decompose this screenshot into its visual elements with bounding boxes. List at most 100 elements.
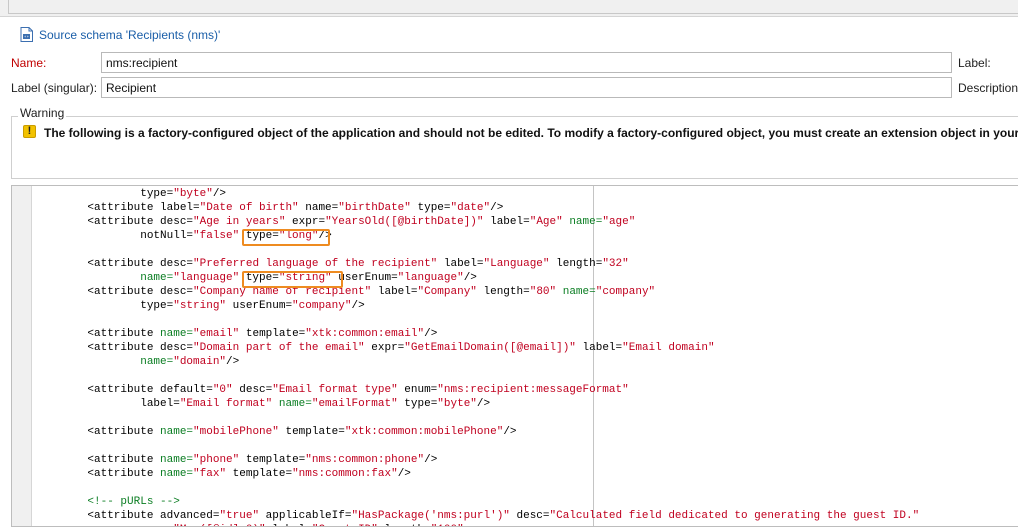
code-token: <attribute label= xyxy=(61,202,200,214)
code-line: <attribute desc="Domain part of the emai… xyxy=(61,341,919,355)
code-token: type= xyxy=(61,300,174,312)
code-token: "32" xyxy=(602,258,629,270)
code-token: "email" xyxy=(193,328,240,340)
code-token: <attribute default= xyxy=(61,384,213,396)
code-token: name= xyxy=(160,454,194,466)
code-token: "string" xyxy=(278,272,332,284)
code-token: desc= xyxy=(509,510,550,522)
label-right-label: Label: xyxy=(958,56,991,70)
code-token: "Language" xyxy=(483,258,550,270)
description-label: Description xyxy=(958,81,1018,95)
code-token: <!-- pURLs --> xyxy=(61,496,180,508)
code-token: "age" xyxy=(602,216,636,228)
code-token: label= xyxy=(371,286,418,298)
code-line: type="byte"/> xyxy=(61,187,919,201)
code-token: expr= xyxy=(285,216,326,228)
code-line: label="Email format" name="emailFormat" … xyxy=(61,397,919,411)
code-token: "emailFormat" xyxy=(311,398,398,410)
code-token: "mobilePhone" xyxy=(193,426,279,438)
warning-title: Warning xyxy=(18,106,67,120)
code-token: type= xyxy=(397,398,438,410)
code-token: "domain" xyxy=(173,356,227,368)
code-token: name= xyxy=(272,398,312,410)
editor-gutter xyxy=(12,186,32,526)
code-token: "0" xyxy=(212,384,233,396)
code-line: <attribute name="fax" template="nms:comm… xyxy=(61,467,919,481)
code-token: name= xyxy=(298,202,339,214)
code-token: userEnum= xyxy=(226,300,293,312)
code-token: "fax" xyxy=(193,468,227,480)
label-singular-label: Label (singular): xyxy=(11,81,98,95)
code-token: <attribute desc= xyxy=(61,286,194,298)
code-token: /> xyxy=(490,202,504,214)
source-schema-label[interactable]: Source schema 'Recipients (nms)' xyxy=(39,28,220,42)
code-line: expr="Max([@id],0)" label="Guest ID" len… xyxy=(61,523,919,526)
code-token: "Email domain" xyxy=(622,342,715,354)
code-token: <attribute desc= xyxy=(61,216,194,228)
code-token: length= xyxy=(549,258,603,270)
code-token: "Domain part of the email" xyxy=(193,342,365,354)
code-token: "Age" xyxy=(529,216,563,228)
code-token: <attribute xyxy=(61,468,161,480)
code-line: name="domain"/> xyxy=(61,355,919,369)
code-token: "xtk:common:email" xyxy=(305,328,425,340)
code-token: template= xyxy=(239,328,306,340)
code-token: name= xyxy=(61,356,174,368)
code-token: "80" xyxy=(529,286,557,298)
name-field[interactable] xyxy=(101,52,952,73)
code-token: label= xyxy=(437,258,484,270)
code-token: "byte" xyxy=(173,188,213,200)
xml-code-editor[interactable]: type="byte"/> <attribute label="Date of … xyxy=(11,185,1018,527)
code-token: "Company name of recipient" xyxy=(193,286,372,298)
source-schema-link[interactable]: Source schema 'Recipients (nms)' xyxy=(20,27,220,42)
code-token: name= xyxy=(61,272,174,284)
code-line: <!-- pURLs --> xyxy=(61,495,919,509)
code-token: "Calculated field dedicated to generatin… xyxy=(549,510,920,522)
code-line: notNull="false" type="long"/> xyxy=(61,229,919,243)
warning-icon xyxy=(23,125,36,138)
code-token: "Age in years" xyxy=(193,216,286,228)
code-token: "company" xyxy=(292,300,352,312)
name-label: Name: xyxy=(11,56,47,70)
code-token: "true" xyxy=(219,510,260,522)
code-line: <attribute label="Date of birth" name="b… xyxy=(61,201,919,215)
code-token: type= xyxy=(410,202,451,214)
code-token: <attribute desc= xyxy=(61,258,194,270)
code-token: "nms:recipient:messageFormat" xyxy=(437,384,629,396)
code-token: "false" xyxy=(193,230,240,242)
code-token: /> xyxy=(212,188,227,200)
code-token: applicableIf= xyxy=(259,510,352,522)
code-content[interactable]: type="byte"/> <attribute label="Date of … xyxy=(61,187,919,526)
code-token: label= xyxy=(61,398,180,410)
code-token: template= xyxy=(239,454,306,466)
code-token: <attribute xyxy=(61,328,161,340)
toolbar-strip xyxy=(0,0,1018,17)
code-token: /> xyxy=(503,426,517,438)
code-token: "company" xyxy=(595,286,656,298)
code-token: <attribute xyxy=(61,454,161,466)
code-line: <attribute name="mobilePhone" template="… xyxy=(61,425,919,439)
code-token: /> xyxy=(351,300,365,312)
code-token: /> xyxy=(463,272,477,284)
code-token: label= xyxy=(575,342,623,354)
code-token: length= xyxy=(476,286,530,298)
code-token: /> xyxy=(318,230,332,242)
code-line: <attribute advanced="true" applicableIf=… xyxy=(61,509,919,523)
code-token: expr= xyxy=(364,342,405,354)
code-line: <attribute desc="Company name of recipie… xyxy=(61,285,919,299)
label-singular-field[interactable] xyxy=(101,77,952,98)
code-token: <attribute xyxy=(61,426,161,438)
code-token: desc= xyxy=(232,384,273,396)
code-line: <attribute name="email" template="xtk:co… xyxy=(61,327,919,341)
code-token: "Company" xyxy=(417,286,477,298)
code-token: label= xyxy=(483,216,530,228)
code-token: template= xyxy=(278,426,345,438)
code-token: "YearsOld([@birthDate])" xyxy=(325,216,484,228)
code-line: <attribute name="phone" template="nms:co… xyxy=(61,453,919,467)
code-token: "HasPackage('nms:purl')" xyxy=(351,510,510,522)
